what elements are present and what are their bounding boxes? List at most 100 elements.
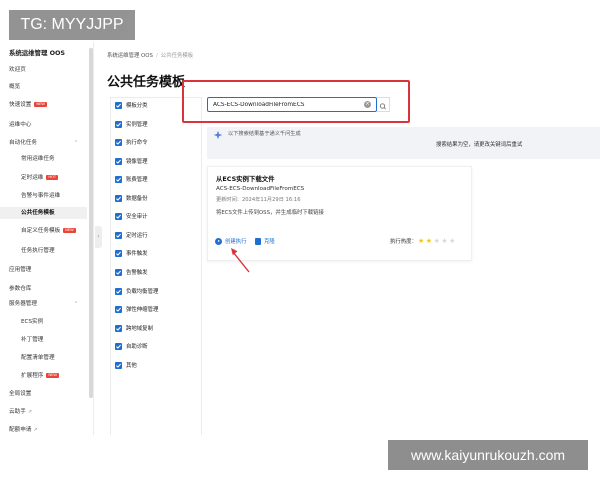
sidebar-scrollbar-thumb[interactable] — [89, 48, 93, 398]
category-label: 自助诊断 — [126, 344, 148, 351]
chevron-left-icon: ‹ — [97, 233, 100, 240]
sidebar-item-custom-templates[interactable]: 自定义任务模板 NEW — [21, 225, 76, 237]
card-title[interactable]: 从ECS实例下载文件 — [216, 174, 275, 183]
category-label: 事件触发 — [126, 251, 148, 258]
sidebar-item-inventory[interactable]: 配置清单管理 — [21, 352, 55, 364]
magnifier-icon — [379, 103, 386, 110]
breadcrumb-separator: / — [155, 53, 158, 59]
category-label: 镜像管理 — [126, 158, 148, 165]
sidebar-item-quick-settings[interactable]: 快速设置 NEW — [9, 99, 47, 111]
annotation-arrow-icon — [231, 248, 250, 273]
sidebar-item-ecs-instances[interactable]: ECS实例 — [21, 316, 43, 328]
new-badge: NEW — [63, 228, 76, 233]
star-icon: ★ — [441, 237, 450, 245]
category-label: 数据备份 — [126, 195, 148, 202]
category-all-checkbox[interactable]: 模板分类 — [115, 101, 148, 111]
category-label: 账费管理 — [126, 177, 148, 184]
watermark-bottom-right: www.kaiyunrukouzh.com — [388, 440, 588, 470]
breadcrumb: 系统运维管理 OOS / 公共任务模板 — [107, 51, 193, 59]
category-checkbox[interactable]: 镜像管理 — [115, 157, 148, 167]
card-description: 将ECS文件上传到OSS，并生成临时下载链接 — [216, 210, 324, 216]
search-input[interactable] — [208, 98, 363, 111]
sidebar-item-task-execution[interactable]: 任务执行管理 — [21, 245, 55, 257]
new-badge: NEW — [34, 102, 47, 107]
sidebar-item-parameter-store[interactable]: 参数仓库 — [9, 283, 31, 295]
category-checkbox[interactable]: 数据备份 — [115, 194, 148, 204]
category-checkbox[interactable]: 跨地域复制 — [115, 324, 153, 334]
category-checkbox[interactable]: 执行命令 — [115, 138, 148, 148]
chevron-up-icon: ⌃ — [73, 301, 78, 307]
clone-button[interactable]: 克隆 — [255, 238, 275, 247]
checkbox-checked-icon — [115, 120, 122, 128]
search-box: × — [207, 97, 377, 112]
checkbox-checked-icon — [115, 268, 122, 276]
category-checkbox[interactable]: 告警触发 — [115, 268, 148, 278]
category-label: 负载均衡管理 — [126, 288, 159, 295]
category-label: 定时运行 — [126, 232, 148, 239]
category-checkbox[interactable]: 负载均衡管理 — [115, 287, 158, 297]
checkbox-checked-icon — [115, 287, 122, 295]
sidebar-item-patch-management[interactable]: 补丁管理 — [21, 334, 43, 346]
clear-circle-icon[interactable]: × — [364, 101, 371, 108]
category-label: 弹性伸缩管理 — [126, 307, 159, 314]
checkbox-checked-icon — [115, 361, 122, 369]
sidebar-item-global-settings[interactable]: 全局设置 — [9, 388, 31, 400]
card-template-name: ACS-ECS-DownloadFileFromECS — [216, 186, 305, 192]
category-checkbox[interactable]: 自助诊断 — [115, 342, 148, 352]
external-link-icon: ↗ — [33, 427, 38, 433]
external-link-icon: ↗ — [27, 409, 32, 415]
sidebar-item-welcome[interactable]: 欢迎页 — [9, 64, 26, 76]
category-checkbox[interactable]: 实例管理 — [115, 120, 148, 130]
collapse-sidebar-handle[interactable]: ‹ — [95, 226, 102, 248]
sidebar-item-scheduled-ops[interactable]: 定时运维 HOT — [21, 172, 59, 184]
ai-sparkle-icon — [213, 130, 223, 140]
category-checkbox[interactable]: 其他 — [115, 361, 137, 371]
category-label: 跨地域复制 — [126, 325, 153, 332]
sidebar-item-extensions[interactable]: 扩展程序 NEW — [21, 370, 59, 382]
sidebar-item-app-management[interactable]: 应用管理 — [9, 264, 31, 276]
checkbox-checked-icon — [115, 213, 122, 221]
checkbox-checked-icon — [115, 306, 122, 314]
category-checkbox[interactable]: 账费管理 — [115, 175, 148, 185]
breadcrumb-root[interactable]: 系统运维管理 OOS — [107, 53, 153, 59]
sidebar-item-alert-event-ops[interactable]: 告警与事件运维 — [21, 190, 60, 202]
sidebar-item-server-management[interactable]: 服务器管理 ⌃ — [9, 298, 87, 310]
breadcrumb-current: 公共任务模板 — [160, 53, 194, 59]
category-label: 实例管理 — [126, 121, 148, 128]
category-label: 执行命令 — [126, 140, 148, 147]
category-label: 其他 — [126, 362, 137, 369]
category-checkbox[interactable]: 安全审计 — [115, 212, 148, 222]
copy-icon — [255, 238, 261, 245]
sidebar-item-overview[interactable]: 概览 — [9, 81, 20, 93]
checkbox-checked-icon — [115, 250, 122, 258]
sidebar-item-quota[interactable]: 配额申请 ↗ — [9, 424, 38, 435]
checkbox-checked-icon — [115, 102, 122, 109]
category-label: 告警触发 — [126, 269, 148, 276]
sidebar-item-cloud-assistant[interactable]: 云助手 ↗ — [9, 406, 32, 418]
checkbox-checked-icon — [115, 343, 122, 351]
category-checkbox[interactable]: 定时运行 — [115, 231, 148, 241]
checkbox-checked-icon — [115, 194, 122, 202]
star-icon: ★ — [425, 237, 434, 245]
category-checkbox[interactable]: 事件触发 — [115, 249, 148, 259]
empty-result-hint: 搜索结果为空，请更改关键词后重试 — [436, 142, 523, 148]
hot-badge: HOT — [46, 175, 59, 180]
new-badge: NEW — [46, 373, 59, 378]
ai-note: 以下搜索结果基于通义千问生成 — [228, 131, 301, 137]
category-checkbox[interactable]: 弹性伸缩管理 — [115, 305, 158, 315]
checkbox-checked-icon — [115, 157, 122, 165]
sidebar-item-public-templates[interactable]: 公共任务模板 — [0, 207, 87, 219]
sidebar-title: 系统运维管理 OOS — [9, 49, 66, 57]
chevron-up-icon: ⌃ — [73, 140, 78, 146]
sidebar-item-automation[interactable]: 自动化任务 ⌃ — [9, 137, 87, 149]
heat-rating: ★★★★★ — [418, 237, 457, 246]
watermark-top-left: TG: MYYJJPP — [9, 10, 135, 40]
sidebar-item-ops-center[interactable]: 运维中心 — [9, 119, 31, 131]
play-icon — [215, 238, 222, 245]
search-button[interactable] — [377, 97, 390, 112]
app-frame: 系统运维管理 OOS 欢迎页 概览 快速设置 NEW 运维中心 自动化任务 ⌃ 常用… — [0, 0, 600, 435]
checkbox-checked-icon — [115, 139, 122, 147]
sidebar-item-common-tasks[interactable]: 常用运维任务 — [21, 153, 55, 165]
star-icon: ★ — [449, 237, 457, 245]
category-label: 模板分类 — [126, 103, 148, 109]
